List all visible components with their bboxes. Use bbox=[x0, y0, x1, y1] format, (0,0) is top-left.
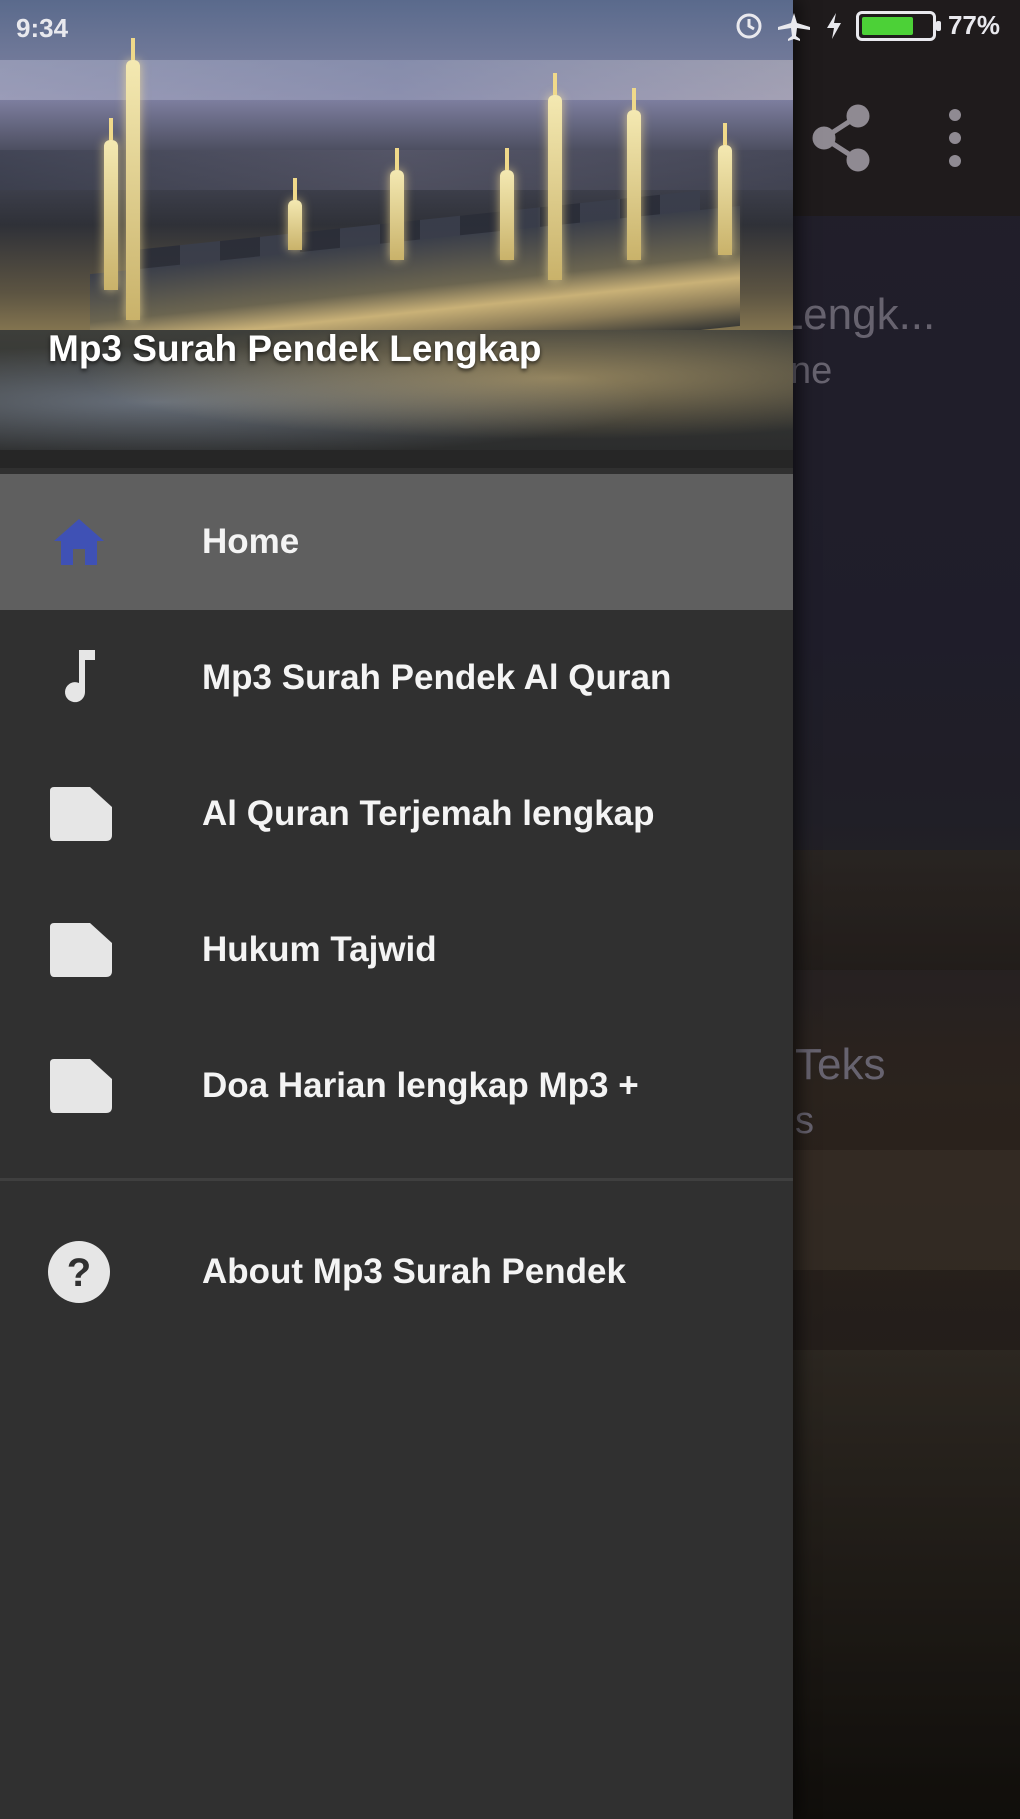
share-icon bbox=[812, 104, 870, 172]
battery-icon bbox=[855, 10, 941, 41]
more-options-button[interactable] bbox=[935, 105, 975, 171]
drawer-header: Mp3 Surah Pendek Lengkap bbox=[0, 0, 793, 450]
navigation-drawer: Mp3 Surah Pendek Lengkap Home Mp3 Surah … bbox=[0, 0, 793, 1819]
drawer-item-about[interactable]: ? About Mp3 Surah Pendek bbox=[0, 1204, 793, 1340]
drawer-item-label: Al Quran Terjemah lengkap bbox=[202, 794, 655, 833]
drawer-item-label: Home bbox=[202, 522, 300, 561]
drawer-item-doa-harian[interactable]: Doa Harian lengkap Mp3 + bbox=[0, 1018, 793, 1154]
drawer-item-al-quran-terjemah[interactable]: Al Quran Terjemah lengkap bbox=[0, 746, 793, 882]
drawer-item-label: About Mp3 Surah Pendek bbox=[202, 1252, 626, 1291]
home-icon bbox=[44, 507, 114, 577]
document-icon bbox=[44, 1051, 114, 1121]
airplane-mode-icon bbox=[777, 12, 810, 41]
alarm-icon bbox=[736, 13, 762, 38]
status-time: 9:34 bbox=[16, 13, 69, 43]
drawer-item-label: Doa Harian lengkap Mp3 + bbox=[202, 1066, 639, 1105]
menu-divider bbox=[0, 1178, 793, 1181]
header-divider bbox=[0, 450, 793, 468]
svg-text:?: ? bbox=[67, 1251, 91, 1295]
drawer-item-home[interactable]: Home bbox=[0, 474, 793, 610]
drawer-item-mp3-surah[interactable]: Mp3 Surah Pendek Al Quran bbox=[0, 610, 793, 746]
music-note-icon bbox=[44, 643, 114, 713]
document-icon bbox=[44, 915, 114, 985]
more-vert-icon bbox=[949, 109, 961, 167]
document-icon bbox=[44, 779, 114, 849]
share-button[interactable] bbox=[806, 102, 878, 174]
drawer-item-label: Hukum Tajwid bbox=[202, 930, 437, 969]
battery-percent: 77% bbox=[947, 10, 1000, 40]
charging-icon bbox=[826, 12, 841, 39]
status-icons: 77% bbox=[734, 10, 1000, 41]
help-icon: ? bbox=[44, 1237, 114, 1307]
drawer-item-label: Mp3 Surah Pendek Al Quran bbox=[202, 658, 672, 697]
status-bar: 9:34 77% bbox=[0, 0, 1020, 58]
drawer-header-title: Mp3 Surah Pendek Lengkap bbox=[48, 328, 542, 369]
drawer-item-hukum-tajwid[interactable]: Hukum Tajwid bbox=[0, 882, 793, 1018]
